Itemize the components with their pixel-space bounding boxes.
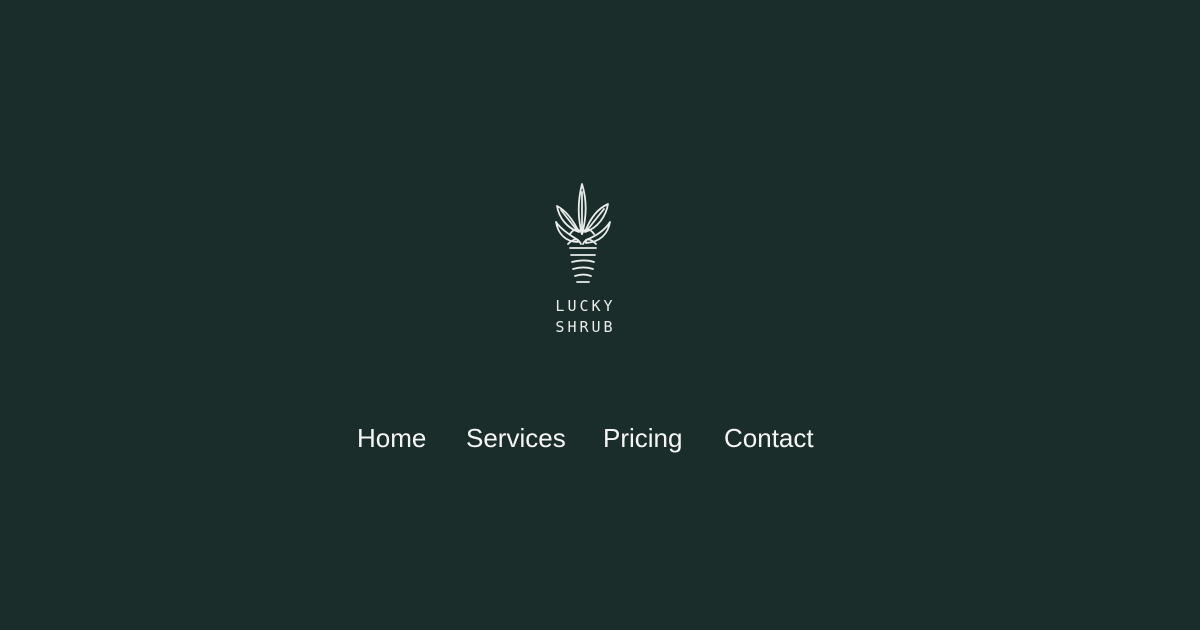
brand-name-line2: SHRUB [555, 318, 616, 336]
brand-logo[interactable]: LUCKY SHRUB [548, 182, 620, 344]
nav-link-services[interactable]: Services [466, 420, 566, 456]
brand-name-line1: LUCKY [555, 297, 616, 315]
nav-link-pricing[interactable]: Pricing [603, 420, 682, 456]
nav-link-home[interactable]: Home [357, 420, 426, 456]
succulent-plant-icon [555, 183, 611, 283]
main-navigation: Home Services Pricing Contact [0, 420, 1200, 456]
nav-link-contact[interactable]: Contact [724, 420, 814, 456]
